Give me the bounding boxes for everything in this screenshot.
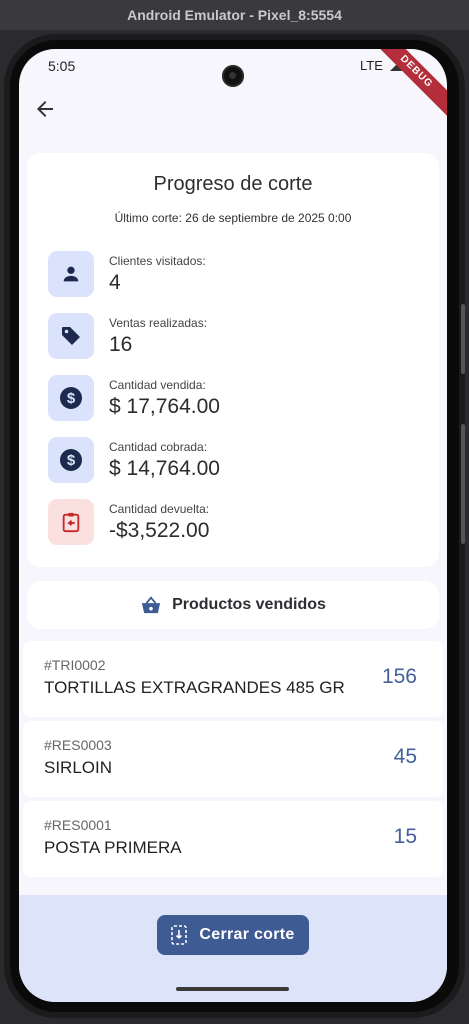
product-list-item[interactable]: #RES0003 SIRLOIN 45 <box>23 721 443 797</box>
product-list-item[interactable]: #TRI0002 TORTILLAS EXTRAGRANDES 485 GR 1… <box>23 641 443 717</box>
stat-value: 4 <box>109 271 121 294</box>
product-code: #TRI0002 <box>44 657 106 673</box>
emulator-title-bar: Android Emulator - Pixel_8:5554 <box>0 0 469 30</box>
network-label: LTE <box>360 58 383 73</box>
stat-label: Ventas realizadas: <box>109 316 208 330</box>
close-cut-button[interactable]: Cerrar corte <box>157 915 309 955</box>
status-time: 5:05 <box>48 58 76 74</box>
back-arrow-icon[interactable] <box>33 97 57 121</box>
status-bar: 5:05 LTE DEBUG <box>19 49 447 125</box>
products-header-label: Productos vendidos <box>172 596 326 613</box>
person-icon <box>48 251 94 297</box>
product-name: TORTILLAS EXTRAGRANDES 485 GR <box>44 678 345 697</box>
product-quantity: 156 <box>381 665 417 688</box>
stat-label: Clientes visitados: <box>109 254 206 268</box>
product-list-item[interactable]: #RES0001 POSTA PRIMERA 15 <box>23 801 443 877</box>
stat-amount-returned: Cantidad devuelta: -$3,522.00 <box>48 499 428 549</box>
stat-value: -$3,522.00 <box>109 519 210 542</box>
product-name: SIRLOIN <box>44 758 113 777</box>
front-camera <box>222 65 244 87</box>
window-title: Android Emulator - Pixel_8:5554 <box>127 7 342 23</box>
close-cut-label: Cerrar corte <box>199 926 295 943</box>
cut-progress-card: Progreso de corte Último corte: 26 de se… <box>27 153 439 567</box>
stat-label: Cantidad cobrada: <box>109 440 208 454</box>
gesture-bar[interactable] <box>176 987 289 991</box>
stat-sales-made: Ventas realizadas: 16 <box>48 313 428 363</box>
product-name: POSTA PRIMERA <box>44 838 182 857</box>
product-code: #RES0001 <box>44 817 112 833</box>
last-cut-date: Último corte: 26 de septiembre de 2025 0… <box>114 211 352 225</box>
dollar-icon: $ <box>48 375 94 421</box>
product-quantity: 45 <box>393 745 417 768</box>
stat-value: 16 <box>109 333 133 356</box>
product-code: #RES0003 <box>44 737 112 753</box>
close-cut-icon <box>171 925 188 945</box>
stat-amount-sold: $ Cantidad vendida: $ 17,764.00 <box>48 375 428 425</box>
phone-screen: 5:05 LTE DEBUG Progreso de corte Último … <box>19 49 447 1002</box>
return-icon <box>48 499 94 545</box>
basket-icon <box>142 596 161 614</box>
stat-clients-visited: Clientes visitados: 4 <box>48 251 428 301</box>
page-title: Progreso de corte <box>153 173 313 195</box>
stat-label: Cantidad vendida: <box>109 378 206 392</box>
tag-icon <box>48 313 94 359</box>
bottom-action-bar: Cerrar corte <box>19 895 447 1002</box>
power-button <box>461 304 465 374</box>
volume-button <box>461 424 465 544</box>
dollar-icon: $ <box>48 437 94 483</box>
svg-text:$: $ <box>67 390 76 407</box>
stat-amount-collected: $ Cantidad cobrada: $ 14,764.00 <box>48 437 428 487</box>
stat-value: $ 17,764.00 <box>109 395 220 418</box>
products-sold-header: Productos vendidos <box>27 581 439 629</box>
stat-label: Cantidad devuelta: <box>109 502 210 516</box>
product-quantity: 15 <box>393 825 417 848</box>
stat-value: $ 14,764.00 <box>109 457 220 480</box>
svg-text:$: $ <box>67 452 76 469</box>
